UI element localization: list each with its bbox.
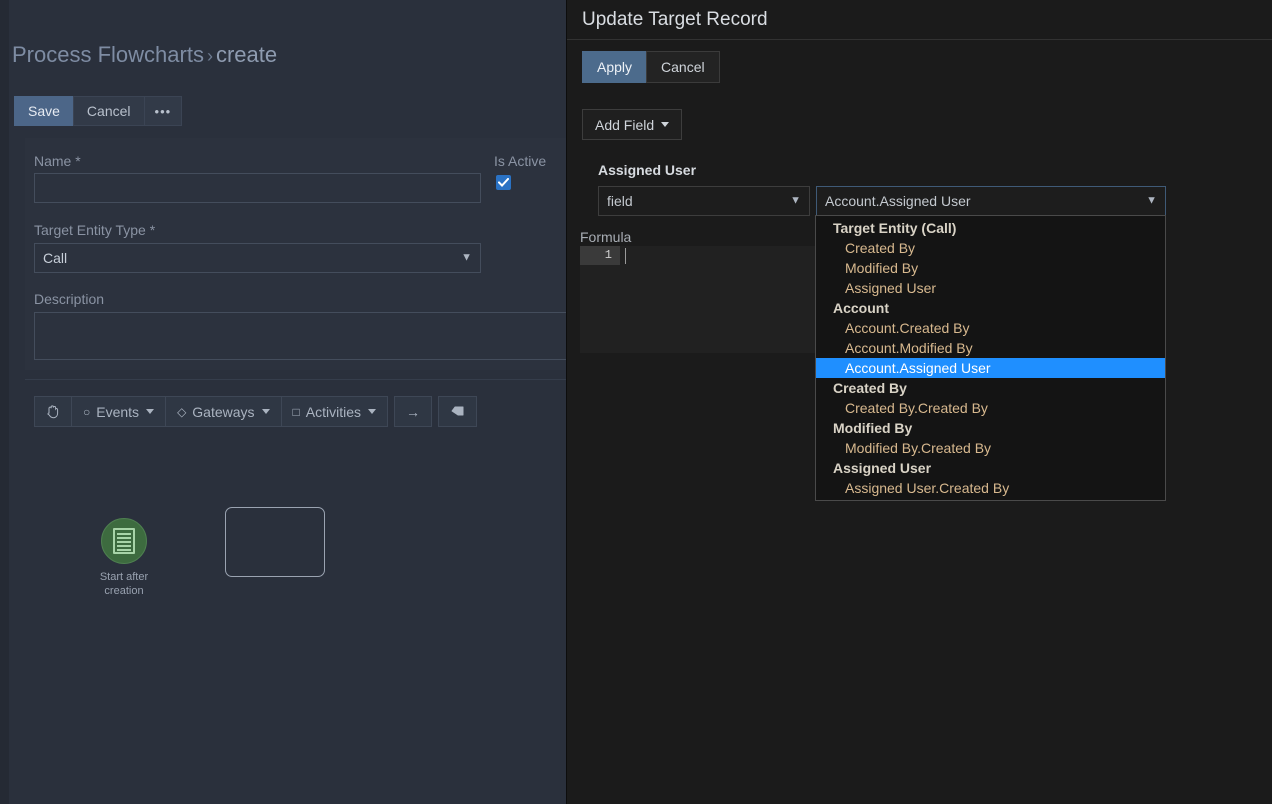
chevron-down-icon (368, 409, 376, 414)
events-menu-button[interactable]: ○ Events (71, 396, 166, 427)
breadcrumb-separator-icon: › (204, 46, 216, 66)
hand-icon (46, 404, 60, 419)
field-value-select-wrap: Account.Assigned User ▼ (816, 186, 1166, 216)
modal-cancel-button[interactable]: Cancel (646, 51, 720, 83)
eraser-icon (450, 406, 465, 418)
field-type-select-wrap: field ▼ (598, 186, 810, 216)
diamond-icon: ◇ (177, 406, 186, 418)
chevron-down-icon (661, 122, 669, 127)
code-gutter: 1 (580, 246, 620, 353)
dropdown-option[interactable]: Assigned User.Created By (816, 478, 1165, 498)
dropdown-option[interactable]: Modified By (816, 258, 1165, 278)
flowchart-canvas[interactable]: Start after creation (18, 432, 575, 784)
flow-node-activity[interactable] (225, 507, 325, 577)
flow-node-start[interactable]: Start after creation (89, 518, 159, 598)
dropdown-group-label: Account (816, 298, 1165, 318)
add-field-button[interactable]: Add Field (582, 109, 682, 140)
dropdown-group-label: Target Entity (Call) (816, 218, 1165, 238)
document-icon (113, 528, 135, 554)
start-node-label-line1: Start after (100, 571, 148, 583)
section-divider (25, 379, 566, 380)
field-value-select[interactable]: Account.Assigned User (816, 186, 1166, 216)
check-icon (498, 178, 509, 187)
circle-icon: ○ (83, 406, 90, 418)
modal-header: Update Target Record (567, 0, 1272, 40)
gateways-label: Gateways (192, 404, 254, 420)
field-type-select[interactable]: field (598, 186, 810, 216)
description-textarea[interactable] (34, 312, 594, 360)
breadcrumb-current: create (216, 42, 277, 67)
events-label: Events (96, 404, 139, 420)
description-label: Description (34, 291, 104, 307)
dropdown-option[interactable]: Account.Created By (816, 318, 1165, 338)
flowchart-toolbar: ○ Events ◇ Gateways □ Activities → (34, 396, 477, 427)
name-field-label: Name * (34, 153, 81, 169)
gateways-menu-button[interactable]: ◇ Gateways (165, 396, 281, 427)
dropdown-option[interactable]: Account.Modified By (816, 338, 1165, 358)
eraser-button[interactable] (438, 396, 477, 427)
dropdown-option[interactable]: Created By (816, 238, 1165, 258)
screen-root: Process Flowcharts›create Save Cancel ••… (0, 0, 1272, 804)
dropdown-group-label: Created By (816, 378, 1165, 398)
main-content-area: Process Flowcharts›create Save Cancel ••… (0, 0, 566, 804)
dropdown-option[interactable]: Assigned User (816, 278, 1165, 298)
is-active-label: Is Active (494, 153, 546, 169)
record-form-panel: Name * Is Active Target Entity Type * Ca… (25, 138, 566, 370)
left-inner: Process Flowcharts›create Save Cancel ••… (9, 0, 566, 804)
cancel-button[interactable]: Cancel (73, 96, 145, 126)
formula-label: Formula (580, 229, 631, 245)
dropdown-option[interactable]: Account.Assigned User (816, 358, 1165, 378)
target-entity-type-label: Target Entity Type * (34, 222, 155, 238)
text-cursor (625, 248, 626, 264)
arrow-right-icon: → (406, 405, 420, 419)
chevron-down-icon (146, 409, 154, 414)
dropdown-option[interactable]: Created By.Created By (816, 398, 1165, 418)
name-input[interactable] (34, 173, 481, 203)
activities-label: Activities (306, 404, 361, 420)
breadcrumb-parent-link[interactable]: Process Flowcharts (12, 42, 204, 67)
breadcrumb: Process Flowcharts›create (12, 42, 277, 68)
record-action-buttons: Save Cancel ••• (14, 96, 182, 126)
target-entity-type-select-wrap: Call ▼ (34, 243, 481, 273)
assigned-user-field-title: Assigned User (598, 162, 696, 178)
more-actions-button[interactable]: ••• (144, 96, 183, 126)
modal-action-buttons: Apply Cancel (582, 51, 720, 83)
flow-connector-button[interactable]: → (394, 396, 432, 427)
pan-tool-button[interactable] (34, 396, 72, 427)
dropdown-group-label: Modified By (816, 418, 1165, 438)
start-node-label-line2: creation (104, 585, 143, 597)
start-node-label: Start after creation (89, 570, 159, 598)
formula-code-editor[interactable]: 1 (580, 246, 820, 353)
target-entity-type-select[interactable]: Call (34, 243, 481, 273)
assigned-user-field-group: Assigned User (598, 162, 696, 178)
chevron-down-icon (262, 409, 270, 414)
save-button[interactable]: Save (14, 96, 74, 126)
apply-button[interactable]: Apply (582, 51, 647, 83)
field-value-dropdown-list[interactable]: Target Entity (Call)Created ByModified B… (815, 215, 1166, 501)
modal-title: Update Target Record (582, 9, 768, 31)
square-icon: □ (293, 406, 300, 418)
code-line-number: 1 (580, 246, 620, 265)
activities-menu-button[interactable]: □ Activities (281, 396, 388, 427)
add-field-label: Add Field (595, 117, 654, 133)
left-rail (0, 0, 9, 804)
start-node-circle (101, 518, 147, 564)
code-body[interactable] (620, 246, 820, 353)
is-active-checkbox[interactable] (496, 175, 511, 190)
dropdown-group-label: Assigned User (816, 458, 1165, 478)
dropdown-option[interactable]: Modified By.Created By (816, 438, 1165, 458)
